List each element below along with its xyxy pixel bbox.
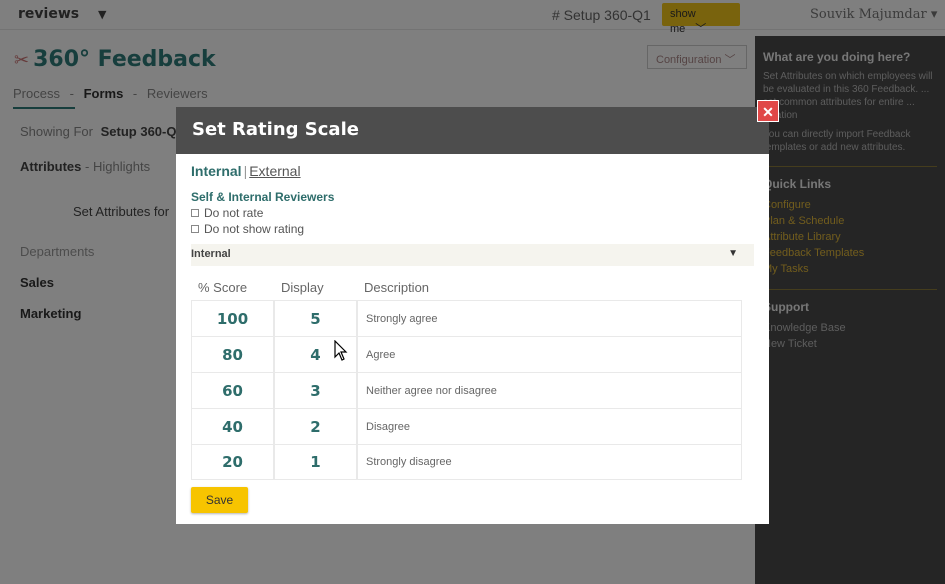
scope-tabs: Internal | External [191,163,754,179]
table-row: 60 3 Neither agree nor disagree [191,372,754,408]
table-row: 100 5 Strongly agree [191,300,754,336]
description-input[interactable]: Disagree [357,408,742,444]
mouse-pointer-icon [334,340,348,361]
checkbox-icon[interactable] [191,225,199,233]
modal-header: Set Rating Scale [176,107,769,154]
col-score: % Score [198,280,248,295]
description-input[interactable]: Strongly agree [357,300,742,336]
col-description: Description [364,280,430,295]
table-row: 40 2 Disagree [191,408,754,444]
display-input[interactable]: 3 [274,372,357,408]
modal-title: Set Rating Scale [192,119,359,140]
dropdown-arrow-icon: ▼ [728,248,738,259]
score-input[interactable]: 20 [191,444,274,480]
score-input[interactable]: 80 [191,336,274,372]
description-input[interactable]: Agree [357,336,742,372]
scale-table-header: % Score Display Description [191,280,754,295]
close-icon[interactable]: ✕ [757,100,779,122]
display-input[interactable]: 1 [274,444,357,480]
checkbox-icon[interactable] [191,209,199,217]
reviewer-type-select[interactable]: Internal ▼ [191,244,754,266]
rating-scale-modal: Set Rating Scale Internal | External Self … [176,107,769,524]
tab-separator: | [243,163,248,179]
col-display: Display [281,280,324,295]
scale-table: 100 5 Strongly agree 80 4 Agree 60 3 Nei… [191,300,754,480]
tab-external[interactable]: External [249,163,300,179]
tab-internal[interactable]: Internal [191,163,242,179]
score-input[interactable]: 100 [191,300,274,336]
checkbox-label: Do not rate [204,206,264,220]
table-row: 20 1 Strongly disagree [191,444,754,480]
reviewers-label: Self & Internal Reviewers [191,190,335,204]
table-row: 80 4 Agree [191,336,754,372]
do-not-show-rating-checkbox[interactable]: Do not show rating [191,222,754,236]
description-input[interactable]: Neither agree nor disagree [357,372,742,408]
modal-body: Internal | External Self & Internal Review… [176,154,769,521]
score-input[interactable]: 60 [191,372,274,408]
description-input[interactable]: Strongly disagree [357,444,742,480]
display-input[interactable]: 5 [274,300,357,336]
checkbox-label: Do not show rating [204,222,305,236]
score-input[interactable]: 40 [191,408,274,444]
do-not-rate-checkbox[interactable]: Do not rate [191,206,754,220]
save-button[interactable]: Save [191,487,248,513]
display-input[interactable]: 2 [274,408,357,444]
select-value: Internal [191,248,231,260]
